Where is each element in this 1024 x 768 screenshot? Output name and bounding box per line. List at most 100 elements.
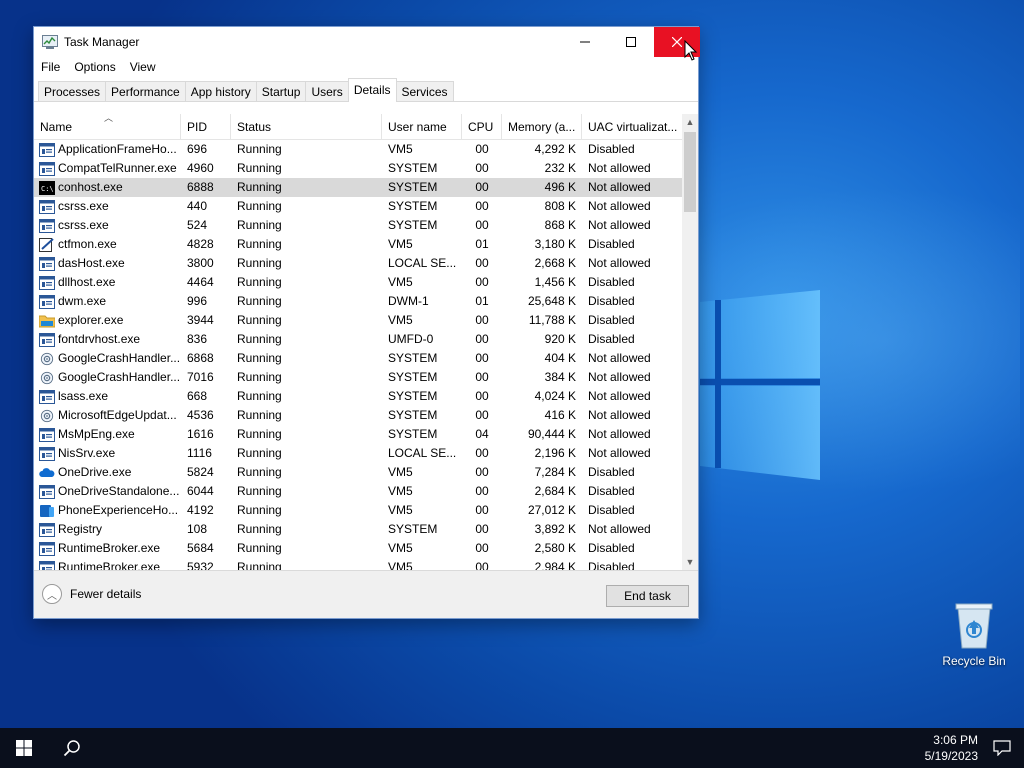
table-row[interactable]: OneDrive.exe 5824 Running VM5 00 7,284 K Disab… <box>34 463 682 482</box>
cell-cpu: 00 <box>475 465 489 479</box>
cell-status: Running <box>237 408 282 422</box>
table-row[interactable]: OneDriveStandalone... 6044 Running VM5 00 2,6… <box>34 482 682 501</box>
tab-startup[interactable]: Startup <box>255 81 307 102</box>
cell-memory: 2,684 K <box>534 484 576 498</box>
table-row[interactable]: RuntimeBroker.exe 5684 Running VM5 00 2,580 K… <box>34 539 682 558</box>
cell-name: Registry <box>34 520 181 539</box>
table-row[interactable]: RuntimeBroker.exe 5932 Running VM5 00 2,984 K… <box>34 558 682 570</box>
table-row[interactable]: PhoneExperienceHo... 4192 Running VM5 00 27,0… <box>34 501 682 520</box>
process-name: dllhost.exe <box>58 275 116 289</box>
table-row[interactable]: C:\ conhost.exe 6888 Running SYSTEM 00 496 K No… <box>34 178 682 197</box>
table-row[interactable]: GoogleCrashHandler... 7016 Running SYSTEM 00… <box>34 368 682 387</box>
tab-app-history[interactable]: App history <box>184 81 257 102</box>
cell-cpu: 00 <box>475 503 489 517</box>
table-row[interactable]: GoogleCrashHandler... 6868 Running SYSTEM 00… <box>34 349 682 368</box>
cell-cpu: 00 <box>475 142 489 156</box>
cell-memory: 90,444 K <box>527 427 576 441</box>
table-row[interactable]: NisSrv.exe 1116 Running LOCAL SE... 00 2,196 … <box>34 444 682 463</box>
table-row[interactable]: fontdrvhost.exe 836 Running UMFD-0 00 920 K Di… <box>34 330 682 349</box>
minimize-button[interactable] <box>562 27 608 57</box>
footer-bar: ︿ Fewer details End task <box>34 570 698 618</box>
cell-memory: 3,892 K <box>534 522 576 536</box>
table-row[interactable]: dllhost.exe 4464 Running VM5 00 1,456 K Disabl… <box>34 273 682 292</box>
cell-name: RuntimeBroker.exe <box>34 558 181 570</box>
cell-cpu: 01 <box>475 294 489 308</box>
column-header-cpu[interactable]: CPU <box>462 114 502 140</box>
table-row[interactable]: lsass.exe 668 Running SYSTEM 00 4,024 K Not al… <box>34 387 682 406</box>
maximize-icon <box>626 37 636 47</box>
cell-status: Running <box>237 541 282 555</box>
scroll-thumb[interactable] <box>684 132 696 212</box>
scroll-down-icon[interactable]: ▼ <box>682 554 698 570</box>
vertical-scrollbar[interactable]: ▲ ▼ <box>682 114 698 570</box>
cell-user-name: SYSTEM <box>388 370 438 384</box>
windows-start-icon <box>16 740 32 756</box>
process-name: OneDriveStandalone... <box>58 484 180 498</box>
cell-user-name: VM5 <box>388 313 413 327</box>
scroll-up-icon[interactable]: ▲ <box>682 114 698 130</box>
start-button[interactable] <box>0 728 48 768</box>
cell-name: csrss.exe <box>34 197 181 216</box>
cell-status: Running <box>237 465 282 479</box>
cell-status: Running <box>237 218 282 232</box>
cell-memory: 7,284 K <box>534 465 576 479</box>
cell-user-name: VM5 <box>388 142 413 156</box>
cell-status: Running <box>237 142 282 156</box>
cell-uac: Not allowed <box>588 522 651 536</box>
cell-pid: 5824 <box>187 465 214 479</box>
column-header-row: Name PID Status User name CPU Memory (a.… <box>34 114 682 140</box>
column-header-user-name[interactable]: User name <box>382 114 462 140</box>
cell-pid: 4192 <box>187 503 214 517</box>
cell-pid: 6868 <box>187 351 214 365</box>
column-header-name[interactable]: Name <box>34 114 181 140</box>
table-row[interactable]: dwm.exe 996 Running DWM-1 01 25,648 K Disabled <box>34 292 682 311</box>
table-row[interactable]: CompatTelRunner.exe 4960 Running SYSTEM 00 23… <box>34 159 682 178</box>
process-name: CompatTelRunner.exe <box>58 161 177 175</box>
menu-file[interactable]: File <box>34 57 67 79</box>
title-bar[interactable]: Task Manager <box>34 27 700 57</box>
process-name: ctfmon.exe <box>58 237 117 251</box>
process-name: OneDrive.exe <box>58 465 132 479</box>
tab-details[interactable]: Details <box>347 78 397 102</box>
table-row[interactable]: MicrosoftEdgeUpdat... 4536 Running SYSTEM 00… <box>34 406 682 425</box>
cell-pid: 696 <box>187 142 208 156</box>
cell-uac: Not allowed <box>588 256 651 270</box>
table-row[interactable]: explorer.exe 3944 Running VM5 00 11,788 K Disa… <box>34 311 682 330</box>
action-center-button[interactable] <box>980 728 1024 768</box>
app-window-icon <box>39 446 55 461</box>
cell-status: Running <box>237 161 282 175</box>
fewer-details-link[interactable]: ︿ Fewer details <box>42 584 141 604</box>
column-header-status[interactable]: Status <box>231 114 382 140</box>
table-row[interactable]: MsMpEng.exe 1616 Running SYSTEM 04 90,444 K No… <box>34 425 682 444</box>
cell-memory: 416 K <box>544 408 576 422</box>
search-button[interactable] <box>48 728 96 768</box>
table-row[interactable]: csrss.exe 440 Running SYSTEM 00 808 K Not allo… <box>34 197 682 216</box>
table-row[interactable]: ctfmon.exe 4828 Running VM5 01 3,180 K Disable… <box>34 235 682 254</box>
table-row[interactable]: csrss.exe 524 Running SYSTEM 00 868 K Not allo… <box>34 216 682 235</box>
menu-options[interactable]: Options <box>67 57 122 79</box>
tab-performance[interactable]: Performance <box>105 81 186 102</box>
tab-users[interactable]: Users <box>305 81 349 102</box>
process-name: explorer.exe <box>58 313 124 327</box>
table-row[interactable]: Registry 108 Running SYSTEM 00 3,892 K Not all… <box>34 520 682 539</box>
end-task-button[interactable]: End task <box>606 585 689 607</box>
cloud-icon <box>39 466 55 480</box>
process-name: GoogleCrashHandler... <box>58 351 181 365</box>
tab-processes[interactable]: Processes <box>38 81 107 102</box>
process-name: RuntimeBroker.exe <box>58 560 161 570</box>
cell-cpu: 00 <box>475 408 489 422</box>
column-header-uac[interactable]: UAC virtualizat... <box>582 114 682 140</box>
column-header-pid[interactable]: PID <box>181 114 231 140</box>
column-header-memory[interactable]: Memory (a... <box>502 114 582 140</box>
maximize-button[interactable] <box>608 27 654 57</box>
menu-view[interactable]: View <box>123 57 163 79</box>
cell-status: Running <box>237 446 282 460</box>
tab-services[interactable]: Services <box>395 81 454 102</box>
table-row[interactable]: dasHost.exe 3800 Running LOCAL SE... 00 2,668… <box>34 254 682 273</box>
svg-text:C:\: C:\ <box>41 185 54 193</box>
recycle-bin[interactable]: Recycle Bin <box>938 600 1010 668</box>
cell-name: NisSrv.exe <box>34 444 181 463</box>
cell-status: Running <box>237 180 282 194</box>
table-row[interactable]: ApplicationFrameHo... 696 Running VM5 00 4,29… <box>34 140 682 159</box>
taskbar-clock[interactable]: 3:06 PM 5/19/2023 <box>925 732 978 764</box>
